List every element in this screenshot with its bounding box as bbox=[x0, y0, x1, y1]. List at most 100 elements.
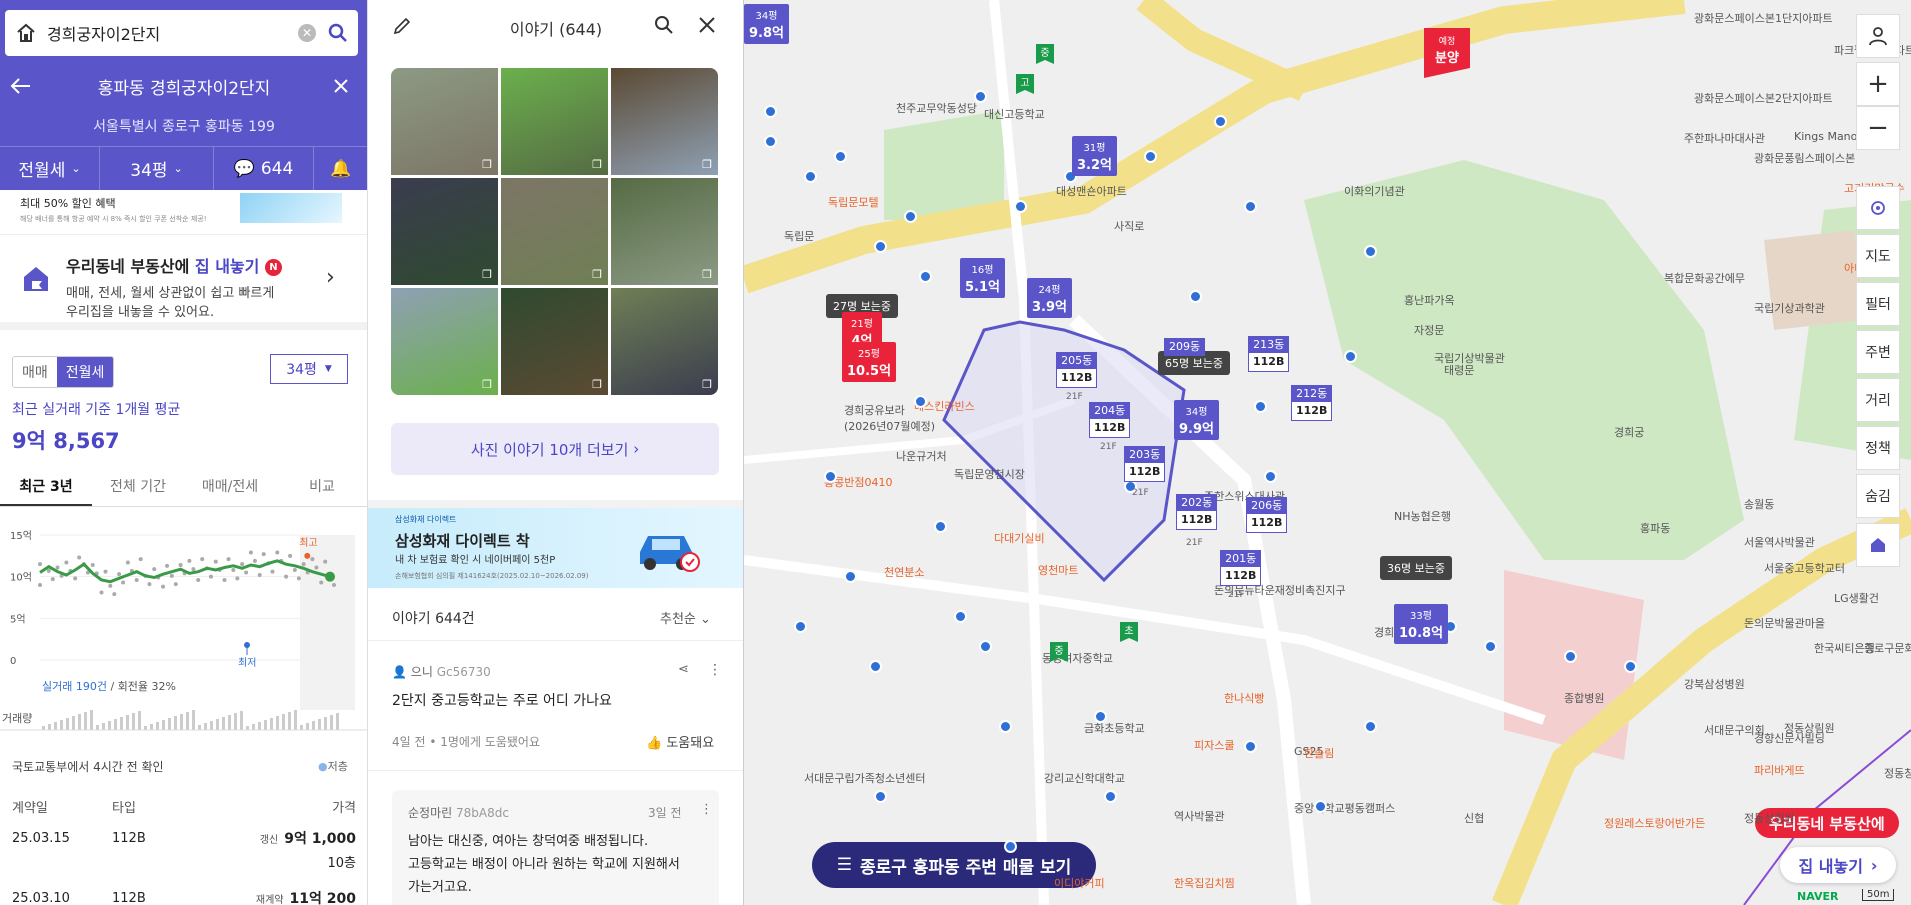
clear-icon[interactable]: ✕ bbox=[298, 24, 316, 42]
price-chart[interactable]: 15억10억5억0최고최저실거래 190건 / 회전율 32%거래량2023.0… bbox=[0, 520, 368, 735]
place-label[interactable]: 다대기실비 bbox=[994, 530, 1045, 546]
trade-toggle-sale[interactable]: 매매 bbox=[13, 357, 57, 387]
bus-stop-icon[interactable] bbox=[1214, 115, 1227, 128]
bus-stop-icon[interactable] bbox=[974, 90, 987, 103]
building-pin[interactable]: 212동 112B bbox=[1291, 385, 1333, 422]
place-label[interactable]: 신협 bbox=[1464, 810, 1484, 826]
bus-stop-icon[interactable] bbox=[1244, 200, 1257, 213]
bus-stop-icon[interactable] bbox=[794, 620, 807, 633]
bus-stop-icon[interactable] bbox=[1144, 150, 1157, 163]
photo-thumbnail[interactable]: ❐ bbox=[501, 68, 608, 175]
building-pin[interactable]: 206동 112B bbox=[1246, 497, 1288, 534]
photo-thumbnail[interactable]: ❐ bbox=[611, 288, 718, 395]
tab-all-period[interactable]: 전체 기간 bbox=[92, 468, 184, 506]
place-label[interactable]: 강리교신학대학교 bbox=[1044, 770, 1125, 786]
search-box[interactable]: 경희궁자이2단지 ✕ bbox=[5, 10, 358, 56]
post1-text[interactable]: 2단지 중고등학교는 주로 어디 가나요 bbox=[392, 690, 612, 710]
size-select[interactable]: 34평 ▼ bbox=[270, 354, 348, 384]
photo-thumbnail[interactable]: ❐ bbox=[501, 288, 608, 395]
table-row[interactable]: 25.03.10 112B 재계약 11억 200 bbox=[0, 888, 367, 905]
place-label[interactable]: 이화의기념관 bbox=[1344, 183, 1405, 199]
trade-toggle-rent[interactable]: 전월세 bbox=[56, 357, 114, 387]
place-label[interactable]: 한나식빵 bbox=[1224, 690, 1264, 706]
place-label[interactable]: 태령문 bbox=[1444, 362, 1474, 378]
bus-stop-icon[interactable] bbox=[919, 270, 932, 283]
bus-stop-icon[interactable] bbox=[934, 520, 947, 533]
more-photos-button[interactable]: 사진 이야기 10개 더보기 › bbox=[391, 423, 719, 475]
tab-compare[interactable]: 비교 bbox=[276, 468, 367, 506]
place-label[interactable]: 광화문풍림스페이스본 bbox=[1754, 150, 1855, 166]
market-price-pin[interactable]: 24평 3.9억 bbox=[1027, 278, 1072, 318]
place-label[interactable]: 강북삼성병원 bbox=[1684, 676, 1745, 692]
bus-stop-icon[interactable] bbox=[1004, 840, 1017, 853]
place-label[interactable]: NH농협은행 bbox=[1394, 508, 1451, 524]
place-label[interactable]: 광화문스페이스본1단지아파트 bbox=[1694, 10, 1833, 26]
bus-stop-icon[interactable] bbox=[999, 720, 1012, 733]
share-icon[interactable]: ⋖ bbox=[678, 662, 689, 677]
place-label[interactable]: 서대문구의회 bbox=[1704, 722, 1765, 738]
bus-stop-icon[interactable] bbox=[1244, 740, 1257, 753]
building-pin[interactable]: 202동 112B bbox=[1176, 494, 1218, 531]
bus-stop-icon[interactable] bbox=[1364, 720, 1377, 733]
place-label[interactable]: 이디야커피 bbox=[1054, 875, 1105, 891]
market-price-pin[interactable]: 34평 9.9억 bbox=[1174, 400, 1219, 440]
place-label[interactable]: Kings Manor bbox=[1794, 130, 1862, 143]
trade-filter[interactable]: 전월세 ⌄ bbox=[0, 147, 100, 190]
place-label[interactable]: 종합병원 bbox=[1564, 690, 1604, 706]
zoom-out-button[interactable]: − bbox=[1856, 106, 1900, 150]
post1-author[interactable]: 👤 으니 Gc56730 bbox=[392, 663, 491, 680]
bus-stop-icon[interactable] bbox=[824, 470, 837, 483]
market-price-pin[interactable]: 31평 3.2억 bbox=[1072, 136, 1117, 176]
map-control-button[interactable]: 필터 bbox=[1856, 282, 1900, 326]
bus-stop-icon[interactable] bbox=[874, 240, 887, 253]
table-row[interactable]: 25.03.15 112B 갱신 9억 1,000 10층 bbox=[0, 828, 367, 872]
sell-promo[interactable]: 우리동네 부동산에 집 내놓기 N 매매, 전세, 월세 상관없이 쉽고 빠르게… bbox=[0, 235, 367, 330]
bus-stop-icon[interactable] bbox=[914, 395, 927, 408]
search-icon[interactable] bbox=[654, 15, 674, 35]
place-label[interactable]: 사직로 bbox=[1114, 218, 1144, 234]
place-label[interactable]: 홍파동 bbox=[1640, 520, 1670, 536]
photo-thumbnail[interactable]: ❐ bbox=[391, 68, 498, 175]
bus-stop-icon[interactable] bbox=[1189, 290, 1202, 303]
place-label[interactable]: 영천마트 bbox=[1038, 562, 1078, 578]
photo-thumbnail[interactable]: ❐ bbox=[611, 178, 718, 285]
trade-toggle[interactable]: 매매 전월세 bbox=[12, 356, 115, 388]
map-control-button[interactable]: 거리 bbox=[1856, 378, 1900, 422]
place-label[interactable]: 중앙대학교평동캠퍼스 bbox=[1294, 800, 1395, 816]
map-control-button[interactable]: 주변 bbox=[1856, 330, 1900, 374]
place-label[interactable]: 한옥집김치찜 bbox=[1174, 875, 1235, 891]
ad-banner[interactable]: 삼성화재 다이렉트 삼성화재 다이렉트 착 내 차 보험료 확인 시 네이버페이… bbox=[368, 508, 743, 588]
place-label[interactable]: 금화초등학교 bbox=[1084, 720, 1145, 736]
tab-recent-3y[interactable]: 최근 3년 bbox=[0, 468, 92, 506]
search-icon[interactable] bbox=[328, 23, 348, 43]
place-label[interactable]: 서울역사박물관 bbox=[1744, 534, 1815, 550]
place-label[interactable]: 한솔림 bbox=[1304, 745, 1334, 761]
place-label[interactable]: 독립문모텔 bbox=[828, 194, 879, 210]
place-label[interactable]: 정동상림원 bbox=[1744, 810, 1795, 826]
building-pin[interactable]: 213동 112B bbox=[1248, 336, 1290, 373]
map-control-button[interactable]: 숨김 bbox=[1856, 474, 1900, 518]
bus-stop-icon[interactable] bbox=[1344, 350, 1357, 363]
bus-stop-icon[interactable] bbox=[764, 135, 777, 148]
bus-stop-icon[interactable] bbox=[874, 790, 887, 803]
place-label[interactable]: 피자스쿨 bbox=[1194, 737, 1234, 753]
more-icon[interactable]: ⋮ bbox=[708, 662, 722, 678]
place-label[interactable]: 나운규거처 bbox=[896, 448, 947, 464]
place-label[interactable]: 광화문스페이스본2단지아파트 bbox=[1694, 90, 1833, 106]
market-price-pin[interactable]: 25평 10.5억 bbox=[842, 342, 897, 382]
bus-stop-icon[interactable] bbox=[979, 640, 992, 653]
photo-thumbnail[interactable]: ❐ bbox=[391, 178, 498, 285]
place-label[interactable]: 대신고등학교 bbox=[984, 106, 1045, 122]
place-label[interactable]: 서대문구립가족청소년센터 bbox=[804, 770, 925, 786]
bus-stop-icon[interactable] bbox=[1364, 245, 1377, 258]
photo-thumbnail[interactable]: ❐ bbox=[391, 288, 498, 395]
close-icon[interactable] bbox=[333, 78, 349, 94]
place-label[interactable]: 국립기상과학관 bbox=[1754, 300, 1825, 316]
building-pin[interactable]: 205동 112B bbox=[1056, 352, 1098, 389]
tab-sale-jeonse[interactable]: 매매/전세 bbox=[184, 468, 276, 506]
sort-select[interactable]: 추천순 ⌄ bbox=[660, 608, 711, 627]
bus-stop-icon[interactable] bbox=[1264, 470, 1277, 483]
bus-stop-icon[interactable] bbox=[1094, 710, 1107, 723]
bus-stop-icon[interactable] bbox=[1484, 640, 1497, 653]
story-count-button[interactable]: 💬 644 bbox=[214, 147, 314, 190]
